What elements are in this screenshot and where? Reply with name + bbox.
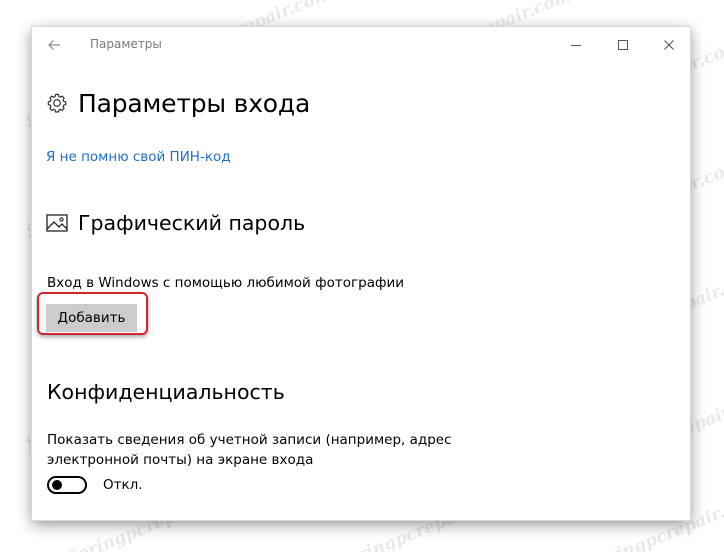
privacy-toggle[interactable] xyxy=(47,476,87,494)
toggle-knob xyxy=(52,480,62,490)
minimize-icon xyxy=(571,45,581,46)
add-picture-password-button[interactable]: Добавить xyxy=(46,304,137,332)
close-icon xyxy=(664,40,674,50)
back-arrow-icon xyxy=(48,40,60,50)
settings-window: Параметры Параметры входа Я не помню сво… xyxy=(32,27,690,520)
maximize-icon xyxy=(618,40,628,50)
privacy-description: Показать сведения об учетной записи (нап… xyxy=(47,432,452,468)
picture-password-description: Вход в Windows с помощью любимой фотогра… xyxy=(47,275,405,291)
back-button[interactable] xyxy=(42,33,66,57)
toggle-state-label: Откл. xyxy=(103,477,143,493)
screenshot-stage: Soringpcrepair.com Soringpcrepair.com So… xyxy=(0,0,724,552)
forgot-pin-link[interactable]: Я не помню свой ПИН-код xyxy=(46,149,231,165)
picture-password-title: Графический пароль xyxy=(78,211,306,235)
privacy-title: Конфиденциальность xyxy=(47,380,285,404)
minimize-button[interactable] xyxy=(562,32,590,58)
page-heading: Параметры входа xyxy=(46,88,310,118)
picture-icon xyxy=(46,214,68,232)
maximize-button[interactable] xyxy=(609,32,637,58)
gear-icon xyxy=(47,93,67,113)
privacy-toggle-row: Откл. xyxy=(47,476,143,494)
picture-password-heading: Графический пароль xyxy=(46,211,305,235)
app-title: Параметры xyxy=(90,37,162,51)
page-title: Параметры входа xyxy=(78,88,311,118)
title-bar: Параметры xyxy=(32,27,690,63)
close-button[interactable] xyxy=(655,32,683,58)
